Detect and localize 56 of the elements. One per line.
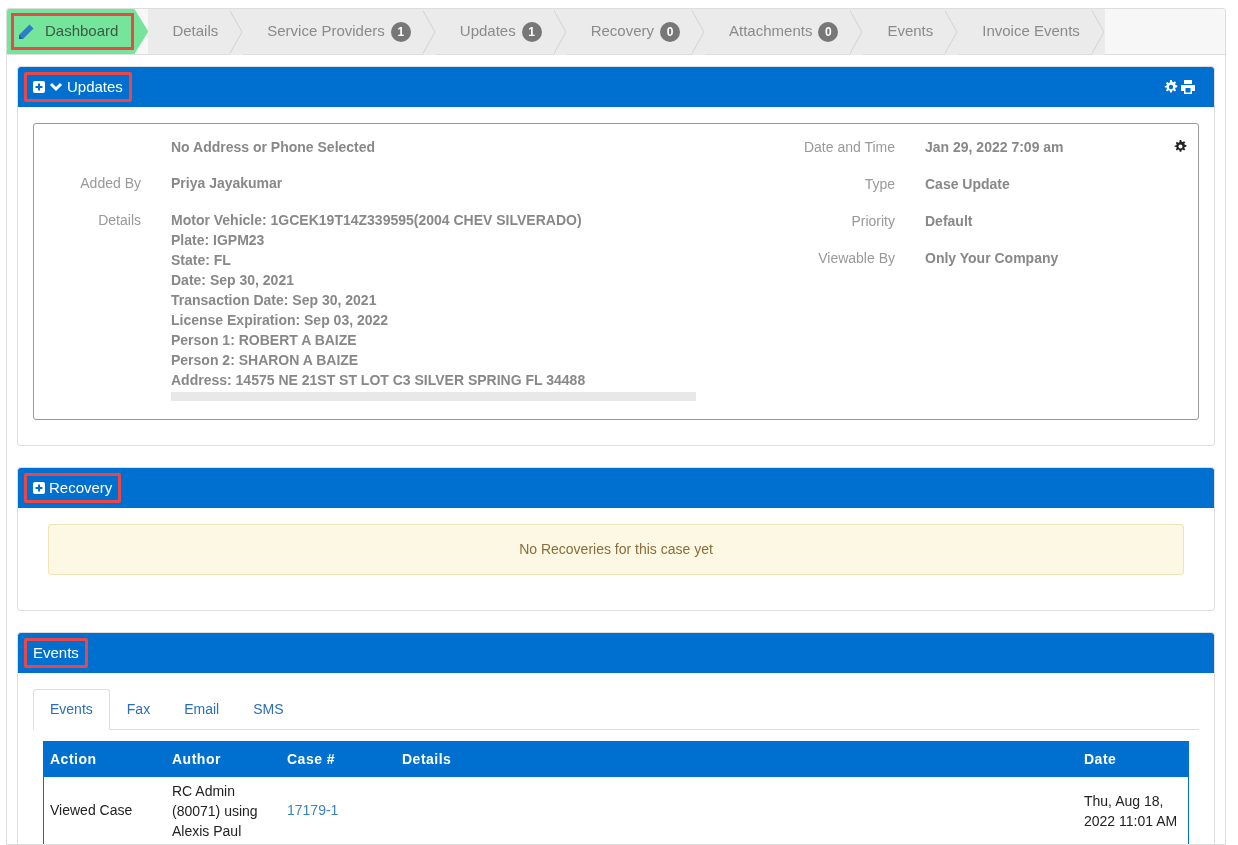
column-header[interactable]: Date (1078, 742, 1188, 777)
empty-message: No Recoveries for this case yet (48, 524, 1184, 575)
count-badge: 0 (660, 21, 681, 42)
settings-icon (1164, 80, 1178, 94)
field-label: Type (864, 176, 895, 192)
table-cell: Thu, Aug 18, 2022 11:01 AM (1078, 777, 1188, 844)
breadcrumb-tab[interactable]: Attachments 0 (705, 9, 851, 54)
pencil-icon (17, 22, 35, 41)
detail-line: Motor Vehicle: 1GCEK19T14Z339595(2004 CHEV SILVERADO) (171, 211, 583, 230)
settings-icon (1174, 140, 1187, 153)
detail-line: State: FL (171, 251, 232, 270)
plus-square-icon (33, 482, 45, 494)
detail-line: Date: Sep 30, 2021 (171, 271, 295, 290)
field-value: Priya Jayakumar (171, 174, 283, 193)
detail-line: Plate: IGPM23 (171, 231, 266, 250)
plus-square-icon (33, 81, 45, 93)
detail-line: Person 1: ROBERT A BAIZE (171, 331, 358, 350)
field-label: Details (98, 212, 141, 228)
printer-icon (1180, 80, 1196, 94)
breadcrumb-tab[interactable]: Invoice Events (958, 9, 1092, 54)
column-header[interactable]: Case # (281, 742, 396, 777)
field-value: Default (925, 213, 973, 229)
panel-title[interactable]: Events (33, 641, 79, 665)
breadcrumb-tab[interactable]: Updates 1 (435, 9, 554, 54)
tab[interactable]: Email (167, 689, 237, 730)
table-cell: Viewed Case (44, 777, 166, 844)
tab[interactable]: SMS (236, 689, 301, 730)
detail-line: Transaction Date: Sep 30, 2021 (171, 291, 378, 310)
breadcrumb-tab[interactable]: Recovery 0 (566, 9, 693, 54)
detail-line: Address: 14575 NE 21ST ST LOT C3 SILVER SPRING FL 34488 (171, 371, 587, 390)
breadcrumb-tab[interactable]: Events (863, 9, 946, 54)
field-label: Added By (80, 175, 141, 191)
field-label: Date and Time (803, 139, 895, 155)
field-value: Only Your Company (925, 250, 1059, 266)
breadcrumb-tab[interactable]: Dashboard (7, 9, 149, 54)
field-value: No Address or Phone Selected (171, 138, 376, 157)
panel-title[interactable]: Updates (67, 75, 123, 99)
column-header[interactable]: Action (44, 742, 166, 777)
case-link[interactable]: 17179-1 (287, 802, 339, 818)
field-label: Priority (851, 213, 895, 229)
breadcrumb-tab[interactable]: Service Providers 1 (243, 9, 423, 54)
field-value: Jan 29, 2022 7:09 am (925, 139, 1064, 155)
detail-line: Person 2: SHARON A BAIZE (171, 351, 360, 370)
table-cell: RC Admin (80071) using Alexis Paul (166, 777, 281, 844)
column-header[interactable]: Details (396, 742, 1078, 777)
tab[interactable]: Events (33, 689, 110, 730)
breadcrumb-tab[interactable]: Details (148, 9, 231, 54)
tab[interactable]: Fax (109, 689, 168, 730)
detail-line: License Expiration: Sep 03, 2022 (171, 311, 390, 330)
count-badge: 1 (390, 21, 411, 42)
field-value: Case Update (925, 176, 1010, 192)
column-header[interactable]: Author (166, 742, 281, 777)
panel-title[interactable]: Recovery (49, 476, 113, 500)
field-label: Viewable By (818, 250, 895, 266)
count-badge: 1 (521, 21, 542, 42)
count-badge: 0 (818, 21, 839, 42)
